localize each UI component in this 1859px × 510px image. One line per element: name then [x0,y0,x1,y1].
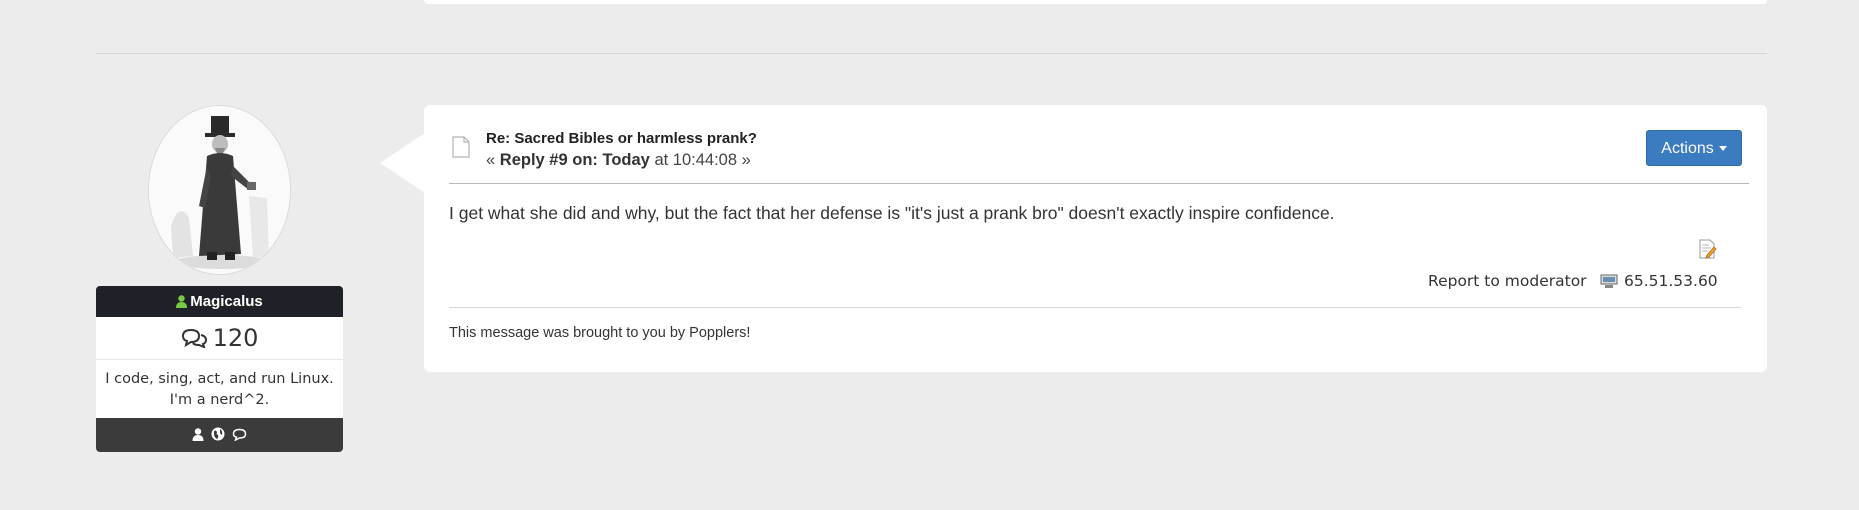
reply-prefix: « [486,151,496,169]
signature-rule [449,307,1741,308]
poster-card: Magicalus 120 I code, sing, act, and run… [96,286,343,452]
signature: This message was brought to you by Poppl… [449,325,751,341]
profile-icon[interactable] [192,419,204,453]
post-count: 120 [96,317,343,360]
actions-button[interactable]: Actions [1646,130,1742,166]
header-rule [449,183,1749,184]
poster-links-bar [96,418,343,452]
ip-address: 65.51.53.60 [1624,272,1718,290]
message-icon[interactable] [232,419,247,453]
reply-suffix: » [741,151,751,169]
actions-label: Actions [1661,140,1714,157]
post-pointer-arrow [380,133,425,193]
post-card: Re: Sacred Bibles or harmless prank? « R… [424,105,1767,372]
caret-down-icon [1718,146,1727,151]
online-user-icon [176,288,188,319]
ip-address-icon [1600,273,1618,293]
poster-name-bar[interactable]: Magicalus [96,286,343,317]
post-document-icon [452,136,470,162]
poster-name[interactable]: Magicalus [190,293,263,310]
avatar[interactable] [148,105,291,275]
post-divider [96,53,1767,54]
poster-blurb: I code, sing, act, and run Linux. I'm a … [96,360,343,418]
comments-icon [181,319,207,361]
modify-post-icon[interactable] [1699,239,1717,263]
post-subject[interactable]: Re: Sacred Bibles or harmless prank? [486,130,757,147]
post-body: I get what she did and why, but the fact… [449,203,1335,223]
reply-info: « Reply #9 on: Today at 10:44:08 » [486,151,751,170]
poster-blurb-line: I'm a nerd^2. [169,392,270,408]
previous-post-card [424,0,1767,4]
reply-number[interactable]: Reply #9 on: [500,151,598,169]
website-icon[interactable] [211,419,225,453]
poster-blurb-line: I code, sing, act, and run Linux. [105,371,334,387]
reply-time: at 10:44:08 [654,151,738,169]
reply-day: Today [602,151,650,169]
post-count-value: 120 [212,324,259,352]
report-to-moderator-link[interactable]: Report to moderator [1428,272,1587,290]
